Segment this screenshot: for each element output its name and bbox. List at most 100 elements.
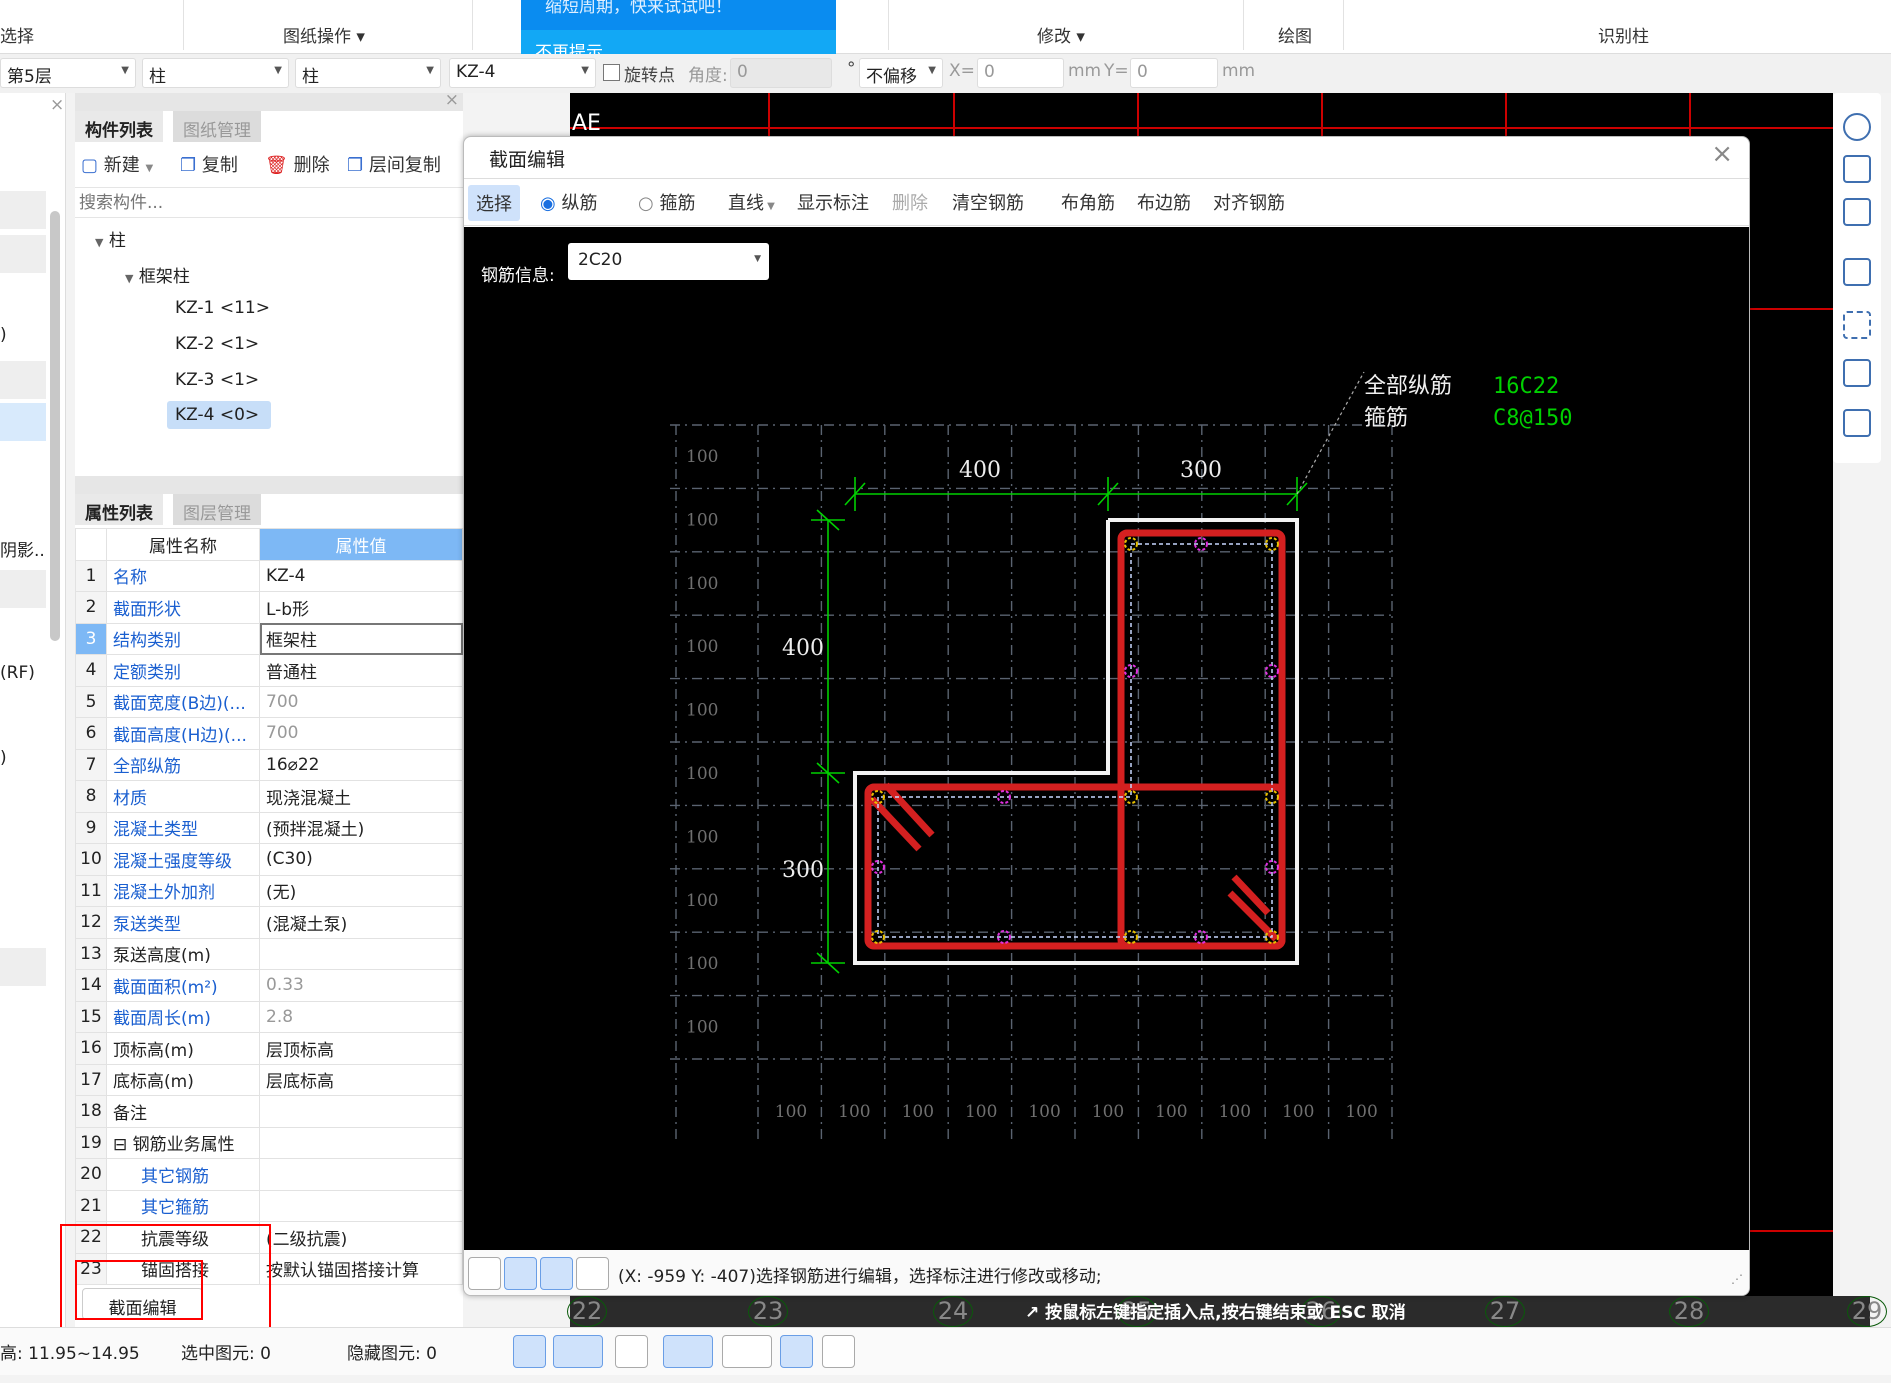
dimension-input-icon[interactable] — [576, 1257, 609, 1290]
zoom-extents-icon[interactable] — [1843, 311, 1871, 339]
line-mode-select[interactable]: 直线 ▼ — [728, 189, 775, 215]
cross-snap-icon[interactable] — [615, 1335, 648, 1368]
property-value[interactable]: 0.33 — [259, 969, 463, 1002]
cube-front-icon[interactable] — [1843, 258, 1871, 286]
display-icon[interactable] — [780, 1335, 813, 1368]
property-value[interactable]: 层顶标高 — [259, 1032, 463, 1065]
copy-button[interactable]: ❐ 复制 — [180, 151, 238, 177]
property-row[interactable]: 18 备注 — [75, 1095, 463, 1128]
close-icon[interactable]: × — [50, 95, 64, 115]
nav-item[interactable]: ) — [0, 325, 7, 345]
stirrup-radio[interactable]: ○ 箍筋 — [638, 189, 695, 215]
type-select[interactable]: 柱 ▼ — [295, 58, 441, 88]
dimension-input-icon[interactable] — [722, 1335, 772, 1368]
edge-rebar-button[interactable]: 布边筋 — [1137, 189, 1191, 215]
property-value[interactable] — [259, 1095, 463, 1128]
nav-item[interactable]: 阴影.. — [0, 536, 45, 561]
ribbon-group-drawing-ops[interactable]: 图纸操作 ▾ — [283, 22, 365, 47]
nav-item[interactable]: (RF) — [0, 663, 35, 683]
property-value[interactable] — [259, 937, 463, 970]
tree-item-selected[interactable]: KZ-4 <0> — [167, 401, 271, 429]
tree-item[interactable]: KZ-3 <1> — [170, 368, 264, 392]
property-row[interactable]: 14 截面面积(m²) 0.33 — [75, 969, 463, 1002]
scrollbar[interactable] — [50, 211, 60, 641]
tree-item[interactable]: KZ-1 <11> — [170, 296, 275, 320]
property-row[interactable]: 11 混凝土外加剂 (无) — [75, 874, 463, 907]
property-row[interactable]: 1 名称 KZ-4 — [75, 559, 463, 592]
property-value[interactable]: (混凝土泵) — [259, 906, 463, 939]
property-value[interactable]: 现浇混凝土 — [259, 780, 463, 813]
property-row[interactable]: 12 泵送类型 (混凝土泵) — [75, 906, 463, 939]
search-component-input[interactable] — [75, 187, 463, 218]
property-value[interactable]: (预拌混凝土) — [259, 811, 463, 844]
property-row[interactable]: 8 材质 现浇混凝土 — [75, 780, 463, 813]
align-rebar-button[interactable]: 对齐钢筋 — [1213, 189, 1285, 215]
resize-grip-icon[interactable]: ⋰ — [1731, 1272, 1743, 1286]
property-row[interactable]: 13 泵送高度(m) — [75, 937, 463, 970]
perpendicular-icon[interactable] — [540, 1257, 573, 1290]
tab-drawing-management[interactable]: 图纸管理 — [173, 111, 261, 142]
property-value[interactable]: 700 — [259, 717, 463, 750]
property-value[interactable]: 16⌀22 — [259, 748, 463, 781]
properties-view-icon[interactable] — [1843, 409, 1871, 437]
section-canvas[interactable]: 钢筋信息: 2C20 ▼ 100 100 100 100 100 100 100 100 100 1… — [464, 227, 1749, 1250]
ribbon-group-modify[interactable]: 修改 ▾ — [1037, 22, 1085, 47]
tree-item[interactable]: KZ-2 <1> — [170, 332, 264, 356]
property-value[interactable]: 按默认锚固搭接计算 — [259, 1252, 463, 1285]
longitudinal-radio[interactable]: ◉ 纵筋 — [540, 189, 597, 215]
select-tool-button[interactable]: 选择 — [468, 185, 520, 221]
angle-snap-icon[interactable] — [663, 1335, 713, 1368]
offset-select[interactable]: 不偏移 ▼ — [859, 58, 943, 88]
corner-rebar-button[interactable]: 布角筋 — [1061, 189, 1115, 215]
property-row[interactable]: 15 截面周长(m) 2.8 — [75, 1000, 463, 1033]
object-snap-icon[interactable] — [553, 1335, 603, 1368]
tab-layer-management[interactable]: 图层管理 — [173, 494, 261, 525]
property-value[interactable]: (二级抗震) — [259, 1221, 463, 1254]
property-row[interactable]: 4 定额类别 普通柱 — [75, 654, 463, 687]
property-row[interactable]: 6 截面高度(H边)(... 700 — [75, 717, 463, 750]
orbit-icon[interactable] — [1843, 113, 1871, 141]
rotate-point-checkbox[interactable] — [603, 64, 620, 81]
nav-item[interactable]: ) — [0, 748, 7, 768]
property-value[interactable]: 框架柱 — [259, 622, 463, 655]
new-button[interactable]: ▢ 新建 ▼ — [81, 151, 153, 177]
tab-component-list[interactable]: 构件列表 — [75, 111, 163, 142]
category-select[interactable]: 柱 ▼ — [142, 58, 289, 88]
cube-top-icon[interactable] — [1843, 198, 1871, 226]
property-value[interactable]: 层底标高 — [259, 1063, 463, 1096]
ribbon-group-draw[interactable]: 绘图 — [1278, 22, 1312, 47]
property-row[interactable]: 5 截面宽度(B边)(... 700 — [75, 685, 463, 718]
close-icon[interactable]: × — [1711, 139, 1733, 169]
property-row[interactable]: 9 混凝土类型 (预拌混凝土) — [75, 811, 463, 844]
3d-view-icon[interactable] — [1843, 155, 1871, 183]
property-row[interactable]: 7 全部纵筋 16⌀22 — [75, 748, 463, 781]
property-value[interactable]: (无) — [259, 874, 463, 907]
snap-line-icon[interactable] — [504, 1257, 537, 1290]
ortho-icon[interactable] — [513, 1335, 546, 1368]
property-value[interactable]: L-b形 — [259, 591, 463, 624]
property-value[interactable] — [259, 1158, 463, 1191]
property-value[interactable]: 700 — [259, 685, 463, 718]
property-row[interactable]: 10 混凝土强度等级 (C30) — [75, 843, 463, 876]
property-value[interactable] — [259, 1126, 463, 1159]
angle-input[interactable]: 0 — [730, 58, 832, 88]
ribbon-group-identify-column[interactable]: 识别柱 — [1598, 22, 1649, 47]
property-row[interactable]: 20 其它钢筋 — [75, 1158, 463, 1191]
property-value[interactable]: KZ-4 — [259, 559, 463, 592]
copy-floor-button[interactable]: ❐ 层间复制 — [347, 151, 441, 177]
property-value[interactable]: 2.8 — [259, 1000, 463, 1033]
property-value[interactable]: 普通柱 — [259, 654, 463, 687]
floor-select[interactable]: 第5层 ▼ — [0, 58, 136, 88]
component-select[interactable]: KZ-4 ▼ — [449, 58, 596, 88]
delete-button[interactable]: 删除 — [892, 189, 928, 215]
box-view-icon[interactable] — [1843, 359, 1871, 387]
property-row[interactable]: 19 ⊟ 钢筋业务属性 — [75, 1126, 463, 1159]
clear-rebar-button[interactable]: 清空钢筋 — [952, 189, 1024, 215]
delete-button[interactable]: 🗑 删除 — [265, 151, 330, 177]
ortho-icon[interactable] — [468, 1257, 501, 1290]
polyline-icon[interactable] — [822, 1335, 855, 1368]
y-input[interactable]: 0 — [1130, 58, 1218, 88]
tab-property-list[interactable]: 属性列表 — [75, 494, 163, 525]
property-row[interactable]: 16 顶标高(m) 层顶标高 — [75, 1032, 463, 1065]
property-row[interactable]: 21 其它箍筋 — [75, 1189, 463, 1222]
